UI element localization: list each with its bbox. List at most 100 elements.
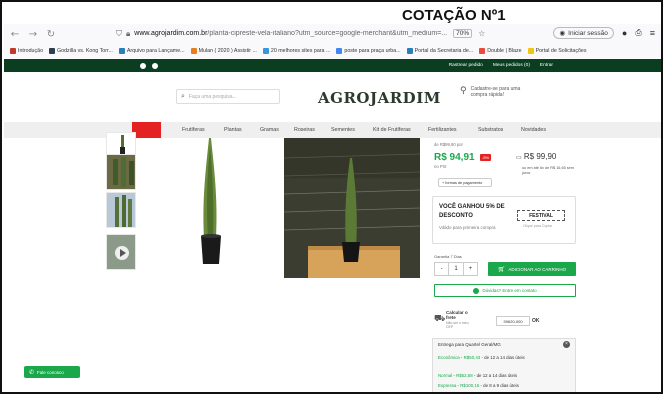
payment-options-button[interactable]: + formas de pagamento — [438, 178, 492, 187]
bookmark-favicon-icon — [479, 48, 486, 54]
bookmark-label: Double | Blaze — [487, 48, 522, 54]
freight-label: Calcular o frete — [446, 310, 468, 320]
thumbnail-2[interactable] — [106, 154, 136, 190]
delivery-row-time: - de 8 a 9 dias úteis — [480, 383, 519, 388]
user-signup[interactable]: ⚲ Cadastre-se para uma compra rápida! — [460, 86, 523, 98]
site-header: ⌕ Faça uma pesquisa... AGROJARDIM ⚲ Cada… — [4, 72, 661, 122]
delivery-row-time: - de 12 a 14 dias úteis — [481, 355, 525, 360]
delivery-row-price: R$100,16 — [460, 383, 480, 388]
price-prefix: de R$99,90 por — [434, 142, 463, 147]
product-photo-outdoor[interactable] — [284, 138, 420, 278]
category-substratos[interactable]: Substratos — [478, 122, 503, 138]
coupon-box: VOCÊ GANHOU 5% DE DESCONTO Válido para p… — [432, 196, 576, 244]
bookmark-favicon-icon — [336, 48, 343, 54]
bookmark-label: 20 melhores sites para ... — [270, 48, 331, 54]
url-host: www.agrojardim.com.br — [134, 30, 208, 37]
pix-label: no PIX — [434, 164, 447, 169]
delivery-heading: Entrega para Quartel Geral/MG — [438, 342, 501, 347]
card-icon: ▭ — [516, 155, 522, 161]
sign-in-label: Iniciar sessão — [568, 29, 608, 37]
add-to-cart-button[interactable]: 🛒︎ ADICIONAR AO CARRINHO — [488, 262, 576, 276]
cart-icon: 🛒︎ — [497, 265, 506, 273]
sign-in-button[interactable]: ◉ Iniciar sessão — [553, 27, 614, 39]
bookmark-item[interactable]: 20 melhores sites para ... — [262, 48, 331, 54]
library-icon[interactable]: ⎙ — [635, 28, 641, 38]
delivery-row-time: - de 12 a 14 dias úteis — [473, 373, 518, 378]
contact-help-button[interactable]: Dúvidas? Entre em contato — [434, 284, 576, 297]
quote-title: COTAÇÃO Nº1 — [402, 7, 506, 24]
discount-badge: -5% — [480, 154, 492, 161]
cep-input[interactable]: 39620-000 — [496, 316, 530, 326]
installment-note: ou em até 6x de R$ 16,65 sem juros — [522, 166, 574, 175]
star-icon[interactable]: ☆ — [478, 29, 485, 38]
search-placeholder: Faça uma pesquisa... — [188, 93, 237, 100]
category-gramas[interactable]: Gramas — [260, 122, 279, 138]
category-novidades[interactable]: Novidades — [521, 122, 546, 138]
search-input[interactable]: ⌕ Faça uma pesquisa... — [176, 89, 280, 104]
close-icon[interactable]: × — [563, 341, 570, 348]
reload-icon[interactable]: ↻ — [44, 27, 58, 41]
bookmark-item[interactable]: Double | Blaze — [479, 48, 522, 54]
category-plantas[interactable]: Plantas — [224, 122, 242, 138]
category-ofertas[interactable]: Ofertas — [132, 122, 162, 138]
topbar-link[interactable]: Rastrear pedido — [449, 63, 483, 68]
delivery-row-price: R$50,43 — [463, 355, 481, 360]
forward-icon[interactable]: → — [26, 27, 40, 41]
cep-ok-button[interactable]: OK — [532, 316, 540, 326]
decrement-button[interactable]: - — [435, 263, 448, 275]
bookmark-label: Mulan ( 2020 ) Assistir ... — [198, 48, 257, 54]
instagram-icon[interactable] — [152, 62, 158, 69]
menu-icon[interactable]: ≡ — [650, 28, 655, 38]
increment-button[interactable]: + — [464, 263, 477, 275]
bookmark-label: Godzilla vs. Kong Torr... — [57, 48, 113, 54]
category-fertilizantes[interactable]: Fertilizantes — [428, 122, 457, 138]
regular-price: ▭ R$ 99,90 — [516, 152, 556, 161]
bookmark-label: poste para praça urba... — [344, 48, 401, 54]
coupon-code[interactable]: FESTIVAL — [517, 210, 565, 221]
bookmark-favicon-icon — [118, 48, 125, 54]
site-logo[interactable]: AGROJARDIM — [318, 89, 441, 107]
bookmark-item[interactable]: Arquivo para Lançame... — [118, 48, 185, 54]
zoom-indicator[interactable]: 70% — [453, 29, 473, 38]
whatsapp-chat-button[interactable]: ✆ Fale conosco — [24, 366, 80, 378]
address-bar[interactable]: ⛉ 🔒︎ www.agrojardim.com.br /planta-cipre… — [116, 26, 536, 41]
category-kit-de-frutiferas[interactable]: Kit de Frutíferas — [373, 122, 411, 138]
delivery-row: Expressa - R$100,16 - de 8 a 9 dias útei… — [438, 383, 519, 388]
whatsapp-icon — [473, 287, 480, 294]
user-icon: ⚲ — [460, 86, 467, 96]
quantity-value[interactable]: 1 — [448, 263, 464, 275]
thumbnail-video[interactable] — [106, 234, 136, 270]
search-icon: ⌕ — [181, 92, 185, 100]
cep-unknown-link[interactable]: Não sei o meu CEP — [446, 321, 470, 329]
category-nav: Ofertas Frutíferas Plantas Gramas Roseiras Se… — [4, 122, 661, 138]
extension-icon[interactable]: ● — [622, 28, 627, 38]
category-sementes[interactable]: Sementes — [331, 122, 355, 138]
bookmark-item[interactable]: Mulan ( 2020 ) Assistir ... — [190, 48, 257, 54]
topbar-link[interactable]: Entrar — [540, 63, 553, 68]
category-roseiras[interactable]: Roseiras — [294, 122, 315, 138]
bookmark-item[interactable]: Portal da Secretaria de... — [406, 48, 473, 54]
category-frutiferas[interactable]: Frutíferas — [182, 122, 205, 138]
facebook-icon[interactable] — [140, 62, 146, 69]
bookmark-label: Arquivo para Lançame... — [126, 48, 185, 54]
product-main-image[interactable] — [140, 138, 282, 278]
thumbnail-3[interactable] — [106, 192, 136, 228]
warranty-label: Garantia 7 Dias — [434, 254, 462, 259]
topbar-link[interactable]: Meus pedidos (0) — [493, 63, 530, 68]
coupon-headline: VOCÊ GANHOU 5% DE DESCONTO — [439, 204, 505, 219]
screenshot-frame: COTAÇÃO Nº1 ← → ↻ ⛉ 🔒︎ www.agrojardim.co… — [0, 0, 663, 394]
delivery-row-name: Expressa — [438, 383, 457, 388]
bookmark-item[interactable]: Introdução — [10, 48, 43, 54]
bookmark-favicon-icon — [527, 48, 534, 54]
bookmark-label: Portal de Solicitações — [535, 48, 587, 54]
delivery-options: Entrega para Quartel Geral/MG × Econômic… — [432, 338, 576, 392]
bookmark-item[interactable]: poste para praça urba... — [336, 48, 401, 54]
bookmark-item[interactable]: Portal de Solicitações — [527, 48, 587, 54]
shield-icon: ⛉ — [116, 28, 122, 38]
bookmarks-bar: Introdução Godzilla vs. Kong Torr... Arqui… — [4, 44, 661, 58]
browser-toolbar: ← → ↻ ⛉ 🔒︎ www.agrojardim.com.br /planta… — [4, 24, 661, 44]
whatsapp-chat-label: Fale conosco — [37, 369, 64, 375]
bookmark-favicon-icon — [10, 48, 16, 54]
bookmark-item[interactable]: Godzilla vs. Kong Torr... — [49, 48, 113, 54]
back-icon[interactable]: ← — [8, 27, 22, 41]
